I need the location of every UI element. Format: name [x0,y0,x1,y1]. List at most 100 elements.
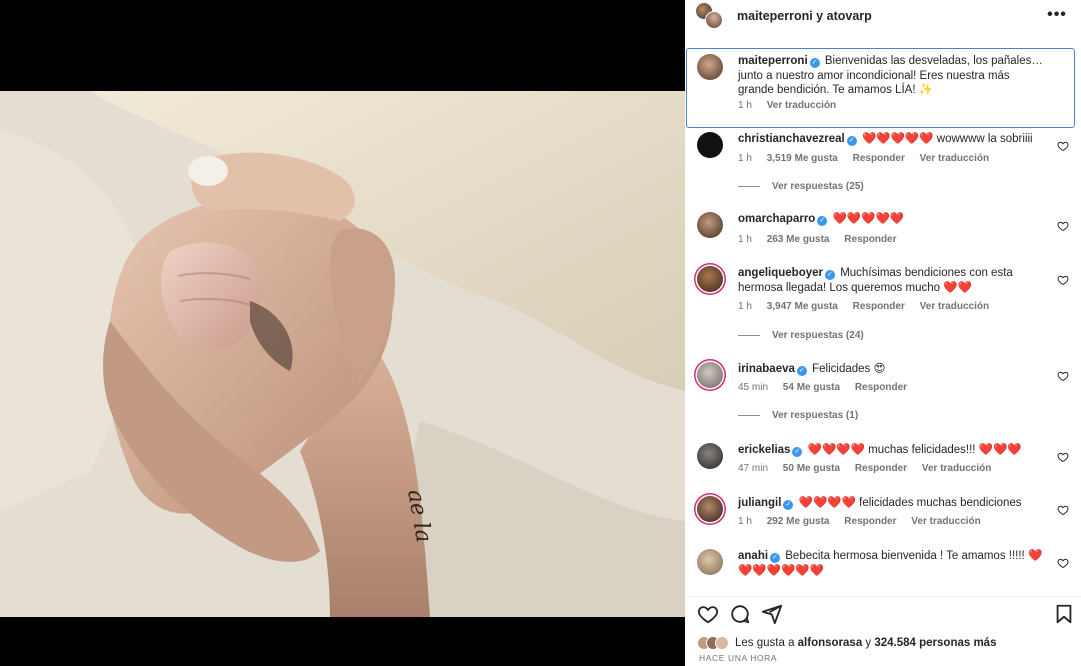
comment-meta: 1 h 263 Me gusta Responder [738,234,909,245]
comment-body: omarchaparro ✓ ❤️❤️❤️❤️❤️ [738,212,1046,227]
comment-username[interactable]: juliangil [738,497,781,509]
replies-line [738,335,760,336]
comment-text: Felicidades 😍 [812,363,886,375]
verified-badge-icon: ✓ [809,58,820,68]
reply-button[interactable]: Responder [855,463,907,474]
comment-heart-icon[interactable] [1057,557,1069,569]
avatar[interactable] [697,212,723,238]
post-timestamp[interactable]: HACE UNA HORA [699,653,777,663]
comment-text: ❤️❤️❤️❤️❤️ wowwww la sobriiii [861,133,1033,145]
avatar[interactable] [697,496,723,522]
comment-body: juliangil ✓ ❤️❤️❤️❤️ felicidades muchas b… [738,496,1046,511]
comment-meta: 47 min 50 Me gusta Responder Ver traducc… [738,463,1003,474]
comment-meta: 45 min 54 Me gusta Responder [738,382,919,393]
comment-username[interactable]: maiteperroni [738,55,808,67]
avatar[interactable] [697,54,723,80]
avatar[interactable] [697,362,723,388]
replies-label[interactable]: Ver respuestas (1) [772,410,858,421]
comment-time: 1 h [738,234,752,245]
avatar[interactable] [697,443,723,469]
translate-link[interactable]: Ver traducción [911,516,980,527]
comment-likes[interactable]: 50 Me gusta [783,463,840,474]
replies-label[interactable]: Ver respuestas (25) [772,181,864,192]
avatar[interactable] [697,549,723,575]
comment-heart-icon[interactable] [1057,140,1069,152]
verified-badge-icon: ✓ [783,500,794,510]
verified-badge-icon: ✓ [846,136,857,146]
share-icon[interactable] [761,603,783,625]
view-replies-button[interactable]: Ver respuestas (1) [738,410,858,421]
likes-prefix: Les gusta a [735,637,798,649]
reply-button[interactable]: Responder [844,516,896,527]
likes-middle: y [862,637,875,649]
bookmark-icon[interactable] [1053,603,1075,625]
comment-text: Bebecita hermosa bienvenida ! Te amamos … [738,550,1043,577]
avatar[interactable] [697,266,723,292]
avatar[interactable] [697,132,723,158]
comment-time: 1 h [738,516,752,527]
comment-body: erickelias ✓ ❤️❤️❤️❤️ muchas felicidades!… [738,443,1046,458]
reply-button[interactable]: Responder [855,382,907,393]
replies-line [738,186,760,187]
comment-username[interactable]: omarchaparro [738,213,815,225]
comment-username[interactable]: irinabaeva [738,363,795,375]
translate-link[interactable]: Ver traducción [920,153,989,164]
comment-time: 1 h [738,100,752,111]
comment-body: angeliqueboyer ✓ Muchísimas bendiciones c… [738,266,1046,295]
view-replies-button[interactable]: Ver respuestas (24) [738,330,864,341]
reply-button[interactable]: Responder [853,301,905,312]
likes-text[interactable]: Les gusta a alfonsorasa y 324.584 person… [735,637,996,649]
comment-meta: 1 h 3,947 Me gusta Responder Ver traducc… [738,301,1001,312]
comment-username[interactable]: erickelias [738,444,790,456]
replies-label[interactable]: Ver respuestas (24) [772,330,864,341]
comment-username[interactable]: christianchavezreal [738,133,845,145]
comment-username[interactable]: angeliqueboyer [738,267,823,279]
post-actions-bar [685,596,1081,628]
comment-username[interactable]: anahi [738,550,768,562]
verified-badge-icon: ✓ [792,447,803,457]
comment-heart-icon[interactable] [1057,220,1069,232]
comment-likes[interactable]: 292 Me gusta [767,516,830,527]
translate-link[interactable]: Ver traducción [920,301,989,312]
comment-likes[interactable]: 3,947 Me gusta [767,301,838,312]
comment-text: ❤️❤️❤️❤️ felicidades muchas bendiciones [798,497,1022,509]
comment-meta: 1 h Ver traducción [738,100,848,111]
comment-likes[interactable]: 54 Me gusta [783,382,840,393]
verified-badge-icon: ✓ [825,270,835,280]
comment-heart-icon[interactable] [1057,504,1069,516]
comments-list[interactable]: maiteperroni ✓ Bienvenidas las desveladas… [685,46,1081,594]
translate-link[interactable]: Ver traducción [767,100,836,111]
likes-summary: Les gusta a alfonsorasa y 324.584 person… [697,636,996,650]
comment-heart-icon[interactable] [1057,451,1069,463]
post-sidebar: maiteperroni y atovarp ••• maiteperroni ✓… [685,0,1081,666]
comment-heart-icon[interactable] [1057,370,1069,382]
comment-likes[interactable]: 3,519 Me gusta [767,153,838,164]
avatar [705,11,723,29]
post-photo[interactable]: ae la [0,91,685,617]
comment-body: irinabaeva ✓ Felicidades 😍 [738,362,1046,377]
comment-meta: 1 h 3,519 Me gusta Responder Ver traducc… [738,153,1001,164]
comment-body: anahi ✓ Bebecita hermosa bienvenida ! Te … [738,549,1046,578]
post-media: ae la [0,0,685,666]
view-replies-button[interactable]: Ver respuestas (25) [738,181,864,192]
comment-time: 47 min [738,463,769,474]
more-options-icon[interactable]: ••• [1045,6,1069,26]
caption-text: maiteperroni ✓ Bienvenidas las desveladas… [738,54,1046,98]
comment-heart-icon[interactable] [1057,274,1069,286]
comment-time: 45 min [738,382,769,393]
comment-text: ❤️❤️❤️❤️❤️ [832,213,905,225]
translate-link[interactable]: Ver traducción [922,463,991,474]
comment-likes[interactable]: 263 Me gusta [767,234,830,245]
heart-icon[interactable] [697,603,719,625]
verified-badge-icon: ✓ [770,553,781,563]
comment-time: 1 h [738,153,752,164]
likes-user-link[interactable]: alfonsorasa [798,637,863,649]
reply-button[interactable]: Responder [853,153,905,164]
post-author-title[interactable]: maiteperroni y atovarp [737,9,872,23]
reply-button[interactable]: Responder [844,234,896,245]
likes-count-link[interactable]: 324.584 personas más [874,637,996,649]
comment-icon[interactable] [729,603,751,625]
collab-avatars[interactable] [695,2,725,30]
replies-line [738,415,760,416]
comment-time: 1 h [738,301,752,312]
